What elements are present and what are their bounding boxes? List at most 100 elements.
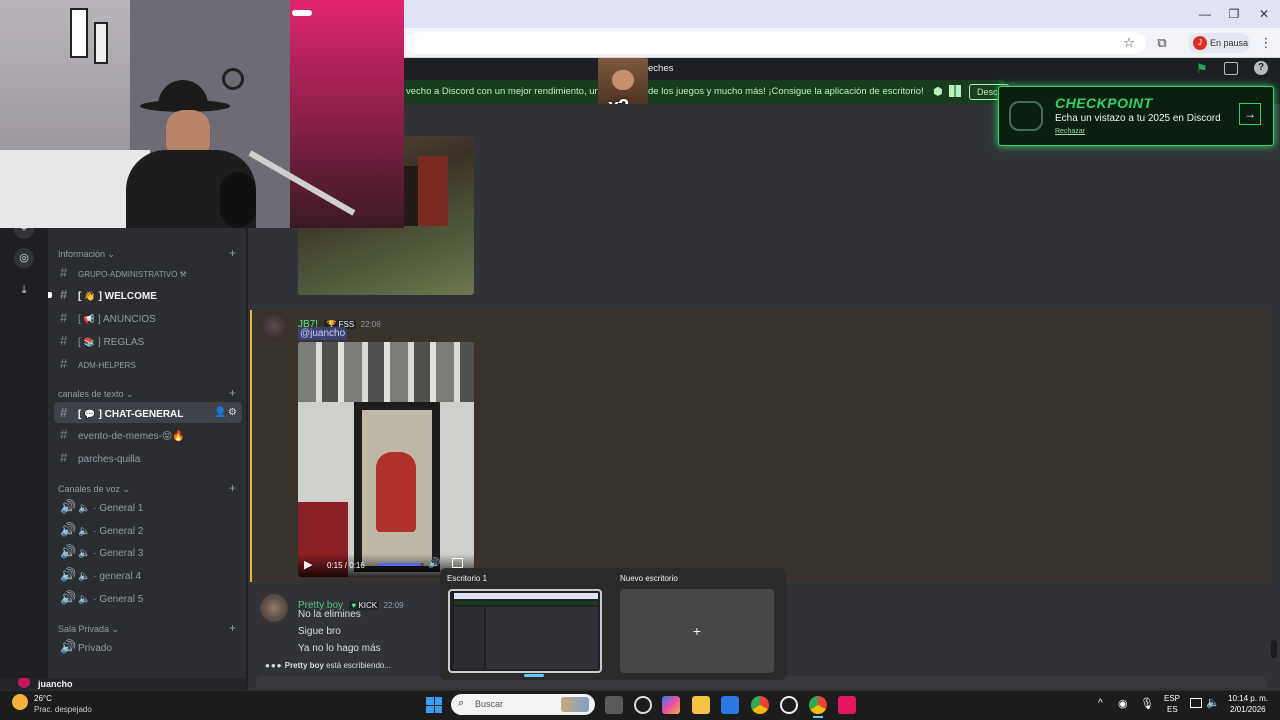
android-icon: ⬢ [933,86,943,98]
message-line: Sigue bro [298,626,341,637]
desktop-1-thumbnail[interactable] [448,589,602,673]
voice-general-2[interactable]: 🔊 🔈 · General 2 [54,519,242,540]
channel-evento-de-memes[interactable]: # evento-de-memes-😝🔥 [54,424,242,445]
message-video[interactable]: ▶ 0:15 / 0:16 🔊 [298,342,474,577]
checkpoint-subtitle: Echa un vistazo a tu 2025 en Discord [1055,113,1221,124]
steam-icon[interactable] [780,696,798,714]
speaker-icon: 🔊 [60,544,77,559]
windows-start-icon[interactable] [426,697,442,713]
task-view-icon[interactable] [605,696,623,714]
channel-grupo-administrativo[interactable]: # GRUPO-ADMINISTRATIVO ⚒ [54,262,242,283]
chrome-active-icon[interactable] [809,696,827,714]
new-desktop-button[interactable]: + [620,589,774,673]
video-progress-track[interactable] [378,563,424,566]
language-1[interactable]: ESP [1164,694,1180,703]
add-channel-icon[interactable]: + [229,386,236,400]
file-explorer-icon[interactable] [692,696,710,714]
user-avatar-pretty-boy[interactable] [260,594,288,622]
channel-adm-helpers[interactable]: # ADM-HELPERS [54,353,242,374]
search-placeholder: Buscar [475,699,504,709]
inbox-icon[interactable] [1224,62,1238,75]
hash-icon: # [60,356,68,371]
extensions-icon[interactable]: ⧉ [1153,34,1171,52]
bookmark-star-icon[interactable]: ☆ [1120,34,1138,52]
play-icon[interactable]: ▶ [304,558,312,571]
profile-button[interactable]: J En pausa [1188,33,1250,53]
search-icon: ⌕ [458,697,465,709]
checkpoint-dismiss[interactable]: Rechazar [1055,128,1085,135]
network-icon[interactable] [1190,698,1202,708]
voice-general-4[interactable]: 🔊 🔈 · general 4 [54,564,242,585]
discord-logo-icon [1009,101,1043,131]
clock-time[interactable]: 10:14 p. m. [1228,694,1268,703]
channel-parches-quilla[interactable]: # parches-quilla [54,447,242,468]
typing-indicator: ●●● Pretty boy está escribiendo... [265,661,392,670]
thumb-chrome [454,593,598,599]
volume-tray-icon[interactable]: 🔈 [1206,696,1220,709]
store-icon[interactable] [721,696,739,714]
maximize-icon[interactable]: ❐ [1226,6,1242,22]
chrome-icon[interactable] [751,696,769,714]
title-fragment: eches [648,63,674,74]
new-desktop-label: Nuevo escritorio [620,574,678,583]
channel-reglas[interactable]: #[📚] REGLAS [54,330,242,351]
channel-anuncios[interactable]: #[📢] ANUNCIOS [54,307,242,328]
hash-icon: # [60,287,68,302]
download-icon[interactable]: ⤓ [14,280,34,300]
minimize-icon[interactable]: — [1197,6,1213,22]
tray-app-icon[interactable]: ◉ [1118,697,1128,710]
tiktok-icon[interactable] [838,696,856,714]
message-line: No la elimines [298,609,361,620]
task-view-popup: Escritorio 1 Nuevo escritorio + [440,568,786,680]
category-info[interactable]: Información ⌄ [58,249,115,260]
tray-chevron-icon[interactable]: ^ [1098,698,1103,709]
voice-general-5[interactable]: 🔊 🔈 · General 5 [54,587,242,608]
flag-icon[interactable]: ⚑ [1196,61,1208,77]
category-text[interactable]: canales de texto ⌄ [58,389,134,400]
help-icon[interactable]: ? [1254,61,1268,75]
mention[interactable]: @juancho [298,327,348,340]
weather-icon[interactable] [12,694,28,710]
steam-like-icon[interactable] [634,696,652,714]
voice-general-1[interactable]: 🔊 🔈 · General 1 [54,496,242,517]
checkpoint-popup[interactable]: CHECKPOINT Echa un vistazo a tu 2025 en … [998,86,1274,146]
volume-icon[interactable]: 🔊 [428,558,440,569]
arrow-right-icon[interactable]: → [1239,103,1261,125]
microphone-icon[interactable]: 🎙 [1140,697,1154,710]
explore-icon[interactable]: ◎ [14,248,34,268]
voice-general-3[interactable]: 🔊 🔈 · General 3 [54,541,242,562]
user-avatar-jb7[interactable] [260,312,288,340]
speaker-icon: 🔊 [60,522,77,537]
ac-unit [292,10,312,16]
message-line: Ya no lo hago más [298,643,381,654]
add-channel-icon[interactable]: + [229,481,236,495]
channel-chat-general[interactable]: #[💬] CHAT-GENERAL 👤 ⚙ [54,402,242,423]
invite-icon[interactable]: 👤 [214,402,226,423]
active-desktop-indicator [524,674,544,677]
chat-scrollbar-thumb[interactable] [1271,640,1277,658]
webcam-overlay [0,0,404,228]
browser-menu-icon[interactable]: ⋮ [1257,34,1275,52]
add-channel-icon[interactable]: + [229,621,236,635]
search-highlight-image [561,697,589,712]
hash-icon: # [60,405,68,420]
person-shape [376,452,416,532]
fullscreen-icon[interactable] [452,558,463,568]
category-voice[interactable]: Canales de voz ⌄ [58,484,130,495]
voice-privado[interactable]: 🔊 Privado [54,636,242,657]
profile-avatar: J [1193,36,1207,50]
user-panel[interactable]: juancho [0,678,246,690]
taskbar-search[interactable]: ⌕ Buscar [451,694,595,715]
settings-gear-icon[interactable]: ⚙ [228,402,237,423]
desktop-1-label: Escritorio 1 [447,574,488,583]
discord-title-bar: eches ⚑ ? [404,58,1280,80]
category-private[interactable]: Sala Privada ⌄ [58,624,119,635]
weather-desc: Prac. despejado [34,705,92,714]
copilot-icon[interactable] [662,696,680,714]
close-icon[interactable]: ✕ [1256,6,1272,22]
add-channel-icon[interactable]: + [229,246,236,260]
hash-icon: # [60,427,68,442]
address-bar[interactable] [406,32,1146,54]
weather-temp[interactable]: 26°C [34,694,52,703]
channel-welcome[interactable]: #[👋] WELCOME [54,284,242,305]
